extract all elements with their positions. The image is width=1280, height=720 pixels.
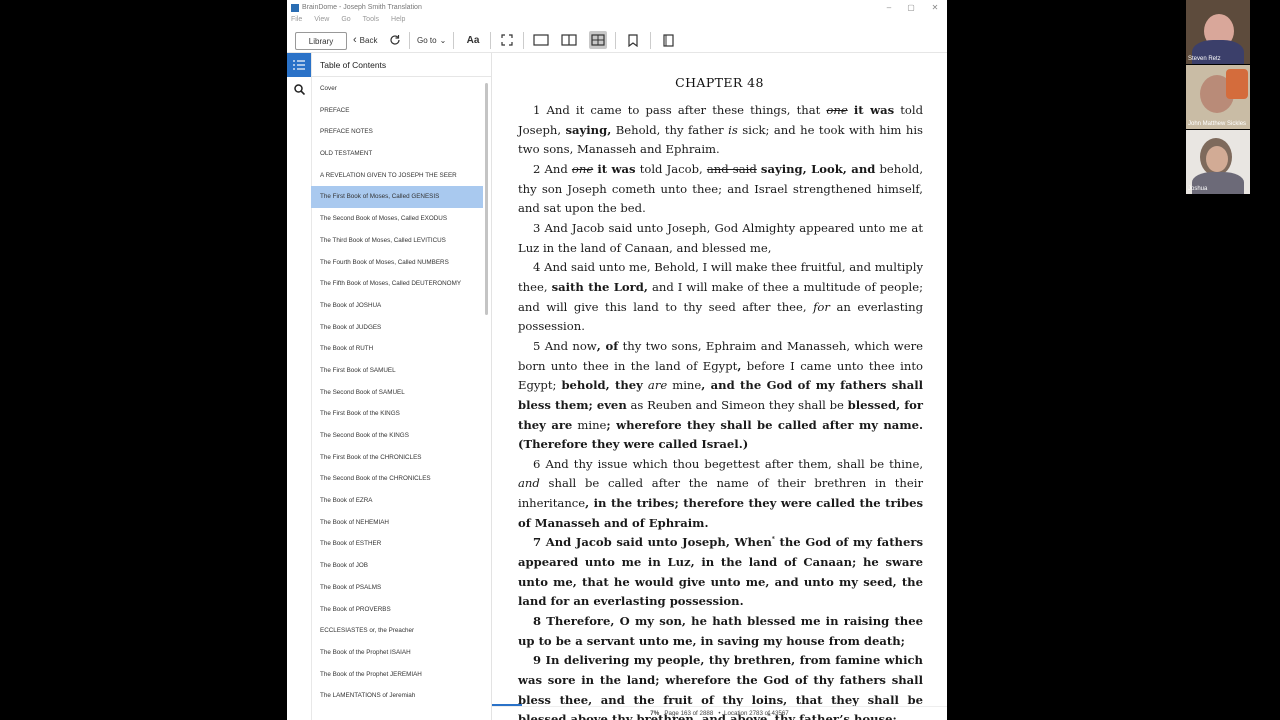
background-object — [1226, 69, 1248, 99]
sidebar-icon-column — [287, 53, 312, 720]
scroll-view-button[interactable] — [589, 31, 607, 49]
search-icon — [293, 83, 305, 95]
search-tab[interactable] — [287, 77, 311, 101]
toc-scrollbar[interactable] — [485, 83, 488, 315]
library-button[interactable]: Library — [295, 32, 347, 50]
menu-help[interactable]: Help — [391, 16, 405, 23]
chevron-left-icon: ‹ — [353, 34, 357, 46]
toc-item[interactable]: Cover — [311, 78, 483, 100]
menu-go[interactable]: Go — [341, 16, 350, 23]
participant-face — [1206, 146, 1228, 172]
toc-item-selected[interactable]: The First Book of Moses, Called GENESIS — [311, 186, 483, 209]
toc-item[interactable]: The LAMENTATIONS of Jeremiah — [311, 685, 483, 707]
toc-item[interactable]: The Book of JUDGES — [311, 317, 483, 339]
minimize-icon[interactable]: – — [879, 2, 899, 14]
toc-item[interactable]: The Book of ESTHER — [311, 533, 483, 555]
toc-list-icon — [293, 60, 305, 70]
goto-button[interactable]: Go to ⌄ — [417, 32, 446, 48]
two-page-button[interactable] — [559, 32, 579, 48]
toc-item[interactable]: OLD TESTAMENT — [311, 143, 483, 165]
menu-tools[interactable]: Tools — [363, 16, 379, 23]
page-indicator: Page 163 of 2888 — [664, 710, 714, 717]
verse-6: 6 And thy issue which thou begettest aft… — [518, 456, 923, 530]
toc-item[interactable]: The First Book of the KINGS — [311, 403, 483, 425]
toc-item[interactable]: PREFACE NOTES — [311, 121, 483, 143]
participant-name: Steven Retz — [1188, 56, 1221, 62]
single-page-button[interactable] — [531, 32, 551, 48]
toc-item[interactable]: The Second Book of the KINGS — [311, 425, 483, 447]
toc-item[interactable]: The Book of EZRA — [311, 490, 483, 512]
toc-item[interactable]: The Second Book of SAMUEL — [311, 382, 483, 404]
toc-item[interactable]: PREFACE — [311, 100, 483, 122]
bookmark-icon — [628, 33, 638, 47]
scroll-view-icon — [591, 34, 605, 46]
toc-item[interactable]: The Book of the Prophet ISAIAH — [311, 642, 483, 664]
participant-name: Joshua — [1188, 186, 1208, 192]
bookmark-button[interactable] — [625, 32, 641, 48]
notebook-button[interactable] — [660, 32, 676, 48]
verse-2: 2 And one it was told Jacob, and said sa… — [518, 161, 924, 216]
verse-1: 1 And it came to pass after these things… — [518, 103, 924, 157]
percent-read: 7% — [650, 710, 660, 717]
toc-item[interactable]: The Book of PSALMS — [311, 577, 483, 599]
fullscreen-icon — [501, 34, 513, 46]
back-label: Back — [359, 35, 378, 45]
participant-video-3: Joshua — [1186, 130, 1250, 194]
verse-5: 5 And now, of thy two sons, Ephraim and … — [518, 338, 924, 452]
font-settings-button[interactable]: Aa — [463, 32, 483, 48]
menu-bar: File View Go Tools Help — [287, 16, 947, 28]
menu-view[interactable]: View — [314, 16, 329, 23]
toc-item[interactable]: The Third Book of Moses, Called LEVITICU… — [311, 230, 483, 252]
toc-item[interactable]: The Book of the Prophet JEREMIAH — [311, 664, 483, 686]
toc-header: Table of Contents — [311, 53, 491, 77]
toc-item[interactable]: The Second Book of Moses, Called EXODUS — [311, 208, 483, 230]
toc-item[interactable]: A REVELATION GIVEN TO JOSEPH THE SEER — [311, 165, 483, 187]
toc-item[interactable]: The Fourth Book of Moses, Called NUMBERS — [311, 252, 483, 274]
toc-item[interactable]: The Second Book of the CHRONICLES — [311, 468, 483, 490]
fullscreen-button[interactable] — [498, 32, 516, 48]
notebook-icon — [662, 33, 674, 47]
goto-label: Go to — [417, 35, 437, 45]
toc-item[interactable]: The Book of JOSHUA — [311, 295, 483, 317]
refresh-icon — [390, 35, 400, 45]
toc-item[interactable]: The Book of PROVERBS — [311, 599, 483, 621]
chapter-heading: CHAPTER 48 — [675, 75, 764, 90]
verse-3: 3 And Jacob said unto Joseph, God Almigh… — [518, 220, 923, 255]
two-page-icon — [561, 34, 577, 46]
toc-item[interactable]: The First Book of the CHRONICLES — [311, 447, 483, 469]
window-title: BrainDome - Joseph Smith Translation — [302, 4, 422, 11]
toc-item[interactable]: The Book of JOB — [311, 555, 483, 577]
toc-item[interactable]: The Book of RUTH — [311, 338, 483, 360]
toc-item[interactable]: The Book of NEHEMIAH — [311, 512, 483, 534]
toc-tab[interactable] — [287, 53, 311, 77]
toc-list: Cover PREFACE PREFACE NOTES OLD TESTAMEN… — [311, 78, 483, 720]
location-indicator: Location 2783 of 43567 — [724, 710, 789, 717]
toolbar: Library ‹ Back Go to ⌄ Aa — [287, 28, 947, 53]
participant-video-1: Steven Retz — [1186, 0, 1250, 64]
reading-pane: CHAPTER 48 1 And it came to pass after t… — [492, 53, 947, 720]
reader-app-window: BrainDome - Joseph Smith Translation – ▢… — [287, 0, 947, 720]
verse-4: 4 And said unto me, Behold, I will make … — [518, 260, 923, 334]
sync-button[interactable] — [387, 32, 403, 48]
app-logo-icon — [291, 4, 299, 12]
chevron-down-icon: ⌄ — [439, 35, 447, 45]
maximize-icon[interactable]: ▢ — [901, 2, 921, 14]
verse-8: 8 Therefore, O my son, he hath blessed m… — [518, 614, 923, 648]
single-page-icon — [533, 34, 549, 46]
title-bar: BrainDome - Joseph Smith Translation – ▢… — [287, 0, 947, 16]
sidebar: Table of Contents Cover PREFACE PREFACE … — [287, 53, 492, 720]
verse-7: 7 And Jacob said unto Joseph, When* the … — [518, 535, 923, 609]
toc-item[interactable]: The First Book of SAMUEL — [311, 360, 483, 382]
toc-item[interactable]: The Fifth Book of Moses, Called DEUTERON… — [311, 273, 483, 295]
menu-file[interactable]: File — [291, 16, 302, 23]
chapter-text: 1 And it came to pass after these things… — [518, 101, 923, 720]
status-bar: 7% Page 163 of 2888 • Location 2783 of 4… — [492, 706, 947, 720]
back-button[interactable]: ‹ Back — [353, 32, 377, 48]
toc-item[interactable]: ECCLESIASTES or, the Preacher — [311, 620, 483, 642]
participant-video-2: John Matthew Sickles — [1186, 65, 1250, 129]
participant-name: John Matthew Sickles — [1188, 121, 1247, 127]
close-icon[interactable]: ✕ — [925, 2, 945, 14]
